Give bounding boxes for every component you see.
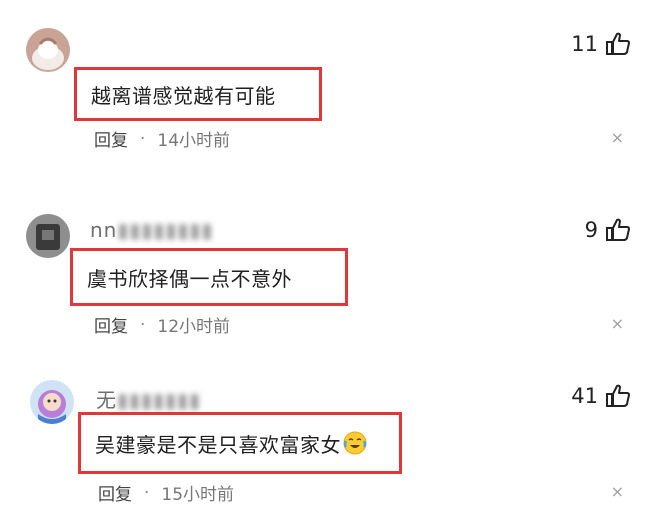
comment-meta: 回复 · 12小时前 — [94, 312, 231, 338]
comment-text: 吴建豪是不是只喜欢富家女 — [95, 432, 341, 457]
crying-laughing-emoji-icon — [343, 431, 367, 455]
username[interactable]: 无▮▮▮▮▮▮▮ — [96, 384, 201, 413]
like-button[interactable]: 11 — [571, 30, 632, 58]
highlighted-comment-text-box: 吴建豪是不是只喜欢富家女 — [78, 412, 402, 474]
timestamp: 14小时前 — [157, 131, 231, 151]
separator-dot: · — [140, 314, 146, 335]
blurred-username: ▮▮▮▮▮▮▮▮ — [117, 218, 214, 242]
avatar[interactable] — [26, 28, 70, 72]
close-icon[interactable]: × — [611, 482, 624, 501]
username[interactable]: nn▮▮▮▮▮▮▮▮ — [90, 218, 213, 242]
reply-button[interactable]: 回复 — [94, 312, 128, 337]
thumbs-up-icon — [606, 32, 630, 55]
comment-meta: 回复 · 15小时前 — [98, 480, 235, 506]
close-icon[interactable]: × — [611, 314, 624, 333]
comment-text: 越离谱感觉越有可能 — [91, 83, 276, 108]
like-button[interactable]: 9 — [585, 216, 632, 244]
highlighted-comment-text-box: 虞书欣择偶一点不意外 — [70, 248, 348, 306]
timestamp: 12小时前 — [157, 317, 231, 337]
blurred-username: ▮▮▮▮▮▮▮ — [117, 388, 202, 412]
thumbs-up-icon — [606, 384, 630, 407]
avatar[interactable] — [30, 380, 74, 424]
like-count: 11 — [571, 32, 598, 56]
timestamp: 15小时前 — [161, 485, 235, 505]
separator-dot: · — [144, 482, 150, 503]
close-icon[interactable]: × — [611, 128, 624, 147]
thumbs-up-icon — [606, 218, 630, 241]
highlighted-comment-text-box: 越离谱感觉越有可能 — [74, 67, 322, 121]
like-count: 9 — [584, 218, 598, 242]
comment-text: 虞书欣择偶一点不意外 — [87, 266, 292, 291]
avatar[interactable] — [26, 214, 70, 258]
separator-dot: · — [140, 128, 146, 149]
reply-button[interactable]: 回复 — [98, 480, 132, 505]
comment-meta: 回复 · 14小时前 — [94, 126, 231, 152]
like-button[interactable]: 41 — [571, 382, 632, 410]
like-count: 41 — [571, 384, 598, 408]
reply-button[interactable]: 回复 — [94, 126, 128, 151]
